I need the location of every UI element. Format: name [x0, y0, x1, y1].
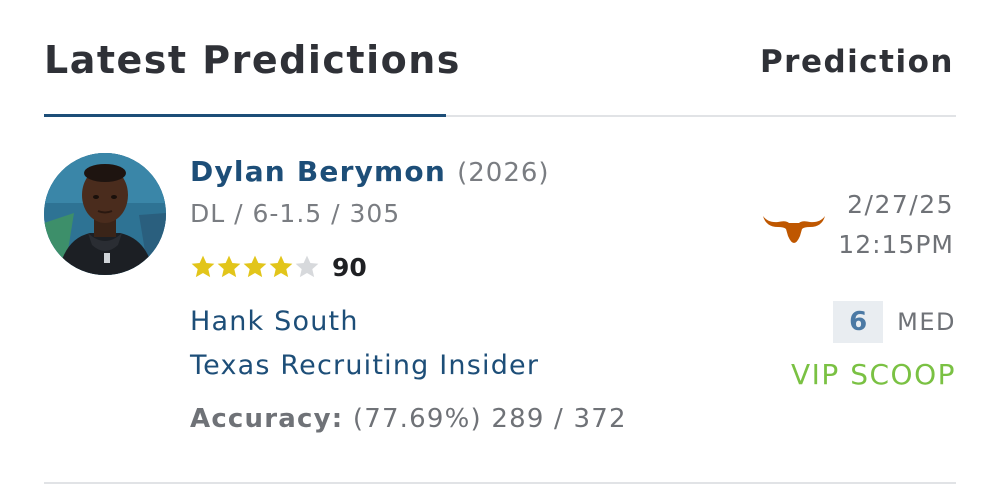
star-filled-icon — [269, 255, 293, 278]
confidence-label: MED — [897, 308, 956, 336]
player-name-row: Dylan Berymon (2026) — [190, 155, 550, 188]
player-rating: 90 — [190, 250, 367, 284]
vip-scoop-badge[interactable]: VIP SCOOP — [791, 358, 956, 391]
accuracy-label: Accuracy: — [190, 404, 344, 434]
texas-longhorn-icon[interactable] — [762, 210, 826, 244]
confidence-score: 6 — [833, 301, 884, 343]
star-rating — [190, 254, 320, 280]
player-avatar[interactable] — [44, 153, 166, 275]
player-photo — [44, 153, 166, 275]
prediction-column-header: Prediction — [759, 44, 954, 80]
analyst-outlet-link[interactable]: Texas Recruiting Insider — [190, 350, 539, 381]
star-filled-icon — [217, 255, 241, 278]
predictions-header: Latest Predictions Prediction — [44, 0, 956, 117]
predictions-widget: Latest Predictions Prediction Dylan Bery… — [0, 0, 1000, 484]
section-title: Latest Predictions — [44, 38, 461, 82]
player-class-year: (2026) — [457, 158, 550, 188]
active-tab-underline — [44, 114, 446, 117]
analyst-name-link[interactable]: Hank South — [190, 306, 359, 337]
analyst-accuracy: Accuracy: (77.69%) 289 / 372 — [190, 404, 627, 434]
player-name-link[interactable]: Dylan Berymon — [190, 155, 446, 188]
star-filled-icon — [191, 255, 215, 278]
player-measurables: DL / 6-1.5 / 305 — [190, 199, 401, 228]
rating-value: 90 — [332, 252, 367, 282]
prediction-time: 12:15PM — [838, 230, 954, 259]
confidence-indicator: 6 MED — [833, 301, 956, 343]
star-empty-icon — [295, 255, 319, 278]
prediction-date: 2/27/25 — [847, 190, 954, 219]
star-filled-icon — [243, 255, 267, 278]
accuracy-value: (77.69%) 289 / 372 — [352, 404, 627, 434]
